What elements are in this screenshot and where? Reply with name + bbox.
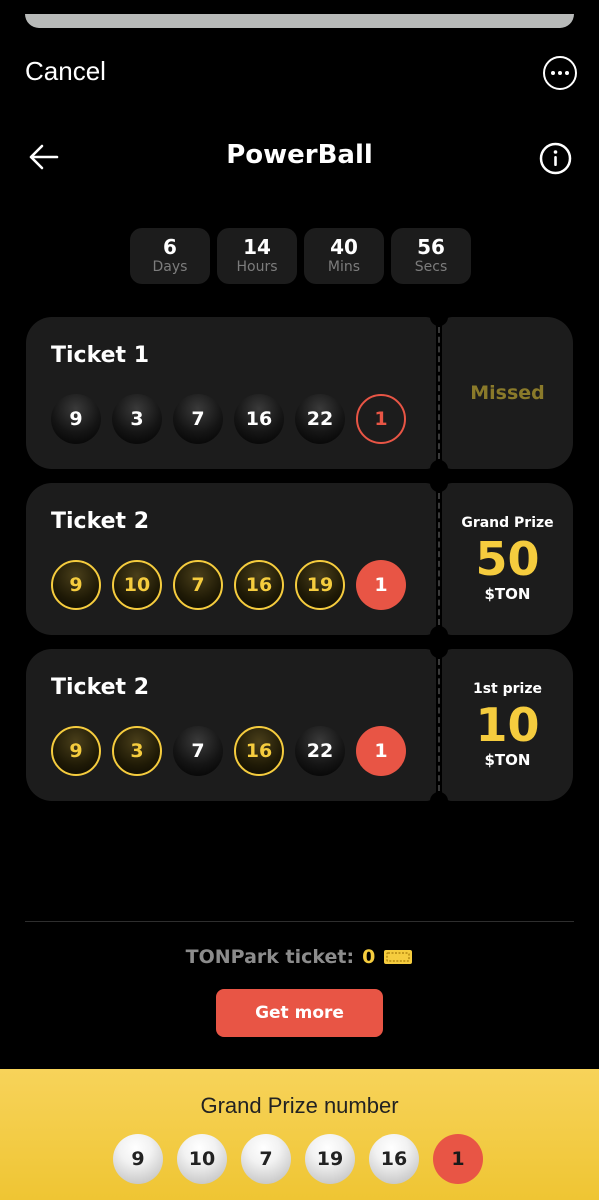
number-ball: 3 [112, 394, 162, 444]
number-ball: 19 [295, 560, 345, 610]
number-ball: 7 [173, 560, 223, 610]
ticket-body: Ticket 1 9 3 7 16 22 1 [26, 317, 436, 469]
grand-prize-panel: Grand Prize number 9 10 7 19 16 1 [0, 1069, 599, 1200]
ticket-name: Ticket 2 [51, 509, 150, 534]
prize-label: Grand Prize [461, 515, 554, 531]
perforation-line [438, 659, 440, 791]
prize-unit: $TON [484, 751, 531, 769]
number-ball: 16 [234, 394, 284, 444]
ticket-card[interactable]: Ticket 2 9 3 7 16 22 1 1st prize 10 $TON [26, 640, 573, 810]
countdown-label: Mins [327, 259, 361, 275]
number-ball: 9 [51, 394, 101, 444]
countdown-value: 14 [243, 235, 271, 259]
number-ball: 3 [112, 726, 162, 776]
number-ball: 22 [295, 726, 345, 776]
winning-number-ball: 19 [305, 1134, 355, 1184]
ticket-result: 1st prize 10 $TON [442, 649, 573, 801]
winning-number-ball: 9 [113, 1134, 163, 1184]
countdown-hours: 14 Hours [217, 228, 297, 284]
tonpark-label: TONPark ticket: [185, 946, 355, 968]
prize-amount: 50 [475, 532, 540, 586]
ticket-body: Ticket 2 9 3 7 16 22 1 [26, 649, 436, 801]
number-ball: 16 [234, 560, 284, 610]
ticket-name: Ticket 1 [51, 343, 150, 368]
ticket-result: Missed [442, 317, 573, 469]
info-icon[interactable] [539, 142, 572, 175]
ticket-name: Ticket 2 [51, 675, 150, 700]
perforation-line [438, 493, 440, 625]
countdown-timer: 6 Days 14 Hours 40 Mins 56 Secs [130, 228, 471, 284]
number-ball: 22 [295, 394, 345, 444]
ticket-notch [430, 308, 448, 326]
tonpark-count: 0 [362, 946, 376, 968]
ticket-numbers: 9 3 7 16 22 1 [51, 394, 406, 444]
more-options-icon[interactable] [543, 56, 577, 90]
ticket-card[interactable]: Ticket 1 9 3 7 16 22 1 Missed [26, 308, 573, 478]
get-more-button[interactable]: Get more [216, 989, 383, 1037]
missed-status: Missed [470, 382, 545, 404]
grand-prize-numbers: 9 10 7 19 16 1 [113, 1134, 483, 1184]
winning-number-ball: 7 [241, 1134, 291, 1184]
ticket-numbers: 9 3 7 16 22 1 [51, 726, 406, 776]
winning-number-ball: 10 [177, 1134, 227, 1184]
number-ball: 9 [51, 560, 101, 610]
countdown-label: Secs [414, 259, 448, 275]
countdown-value: 56 [417, 235, 445, 259]
countdown-label: Days [152, 259, 188, 275]
ticket-numbers: 9 10 7 16 19 1 [51, 560, 406, 610]
countdown-value: 40 [330, 235, 358, 259]
countdown-mins: 40 Mins [304, 228, 384, 284]
number-ball: 9 [51, 726, 101, 776]
powerball-ball: 1 [356, 726, 406, 776]
winning-number-ball: 16 [369, 1134, 419, 1184]
number-ball: 10 [112, 560, 162, 610]
prize-unit: $TON [484, 585, 531, 603]
cancel-button[interactable]: Cancel [25, 56, 106, 87]
countdown-label: Hours [236, 259, 278, 275]
perforation-line [438, 327, 440, 459]
ticket-notch [430, 792, 448, 810]
ticket-notch [430, 640, 448, 658]
number-ball: 7 [173, 726, 223, 776]
ticket-body: Ticket 2 9 10 7 16 19 1 [26, 483, 436, 635]
page-title: PowerBall [226, 140, 373, 170]
countdown-secs: 56 Secs [391, 228, 471, 284]
prize-amount: 10 [475, 698, 540, 752]
powerball-ball: 1 [356, 560, 406, 610]
winning-powerball: 1 [433, 1134, 483, 1184]
ticket-icon [384, 950, 413, 964]
tonpark-ticket-balance: TONPark ticket: 0 [0, 946, 599, 968]
section-divider [25, 921, 574, 922]
prize-label: 1st prize [472, 681, 542, 697]
ticket-result: Grand Prize 50 $TON [442, 483, 573, 635]
countdown-days: 6 Days [130, 228, 210, 284]
number-ball: 7 [173, 394, 223, 444]
ticket-notch [430, 474, 448, 492]
grand-prize-title: Grand Prize number [200, 1093, 399, 1118]
ticket-card[interactable]: Ticket 2 9 10 7 16 19 1 Grand Prize 50 $… [26, 474, 573, 644]
countdown-value: 6 [163, 235, 177, 259]
sheet-grabber[interactable] [25, 14, 574, 28]
powerball-ball: 1 [356, 394, 406, 444]
number-ball: 16 [234, 726, 284, 776]
